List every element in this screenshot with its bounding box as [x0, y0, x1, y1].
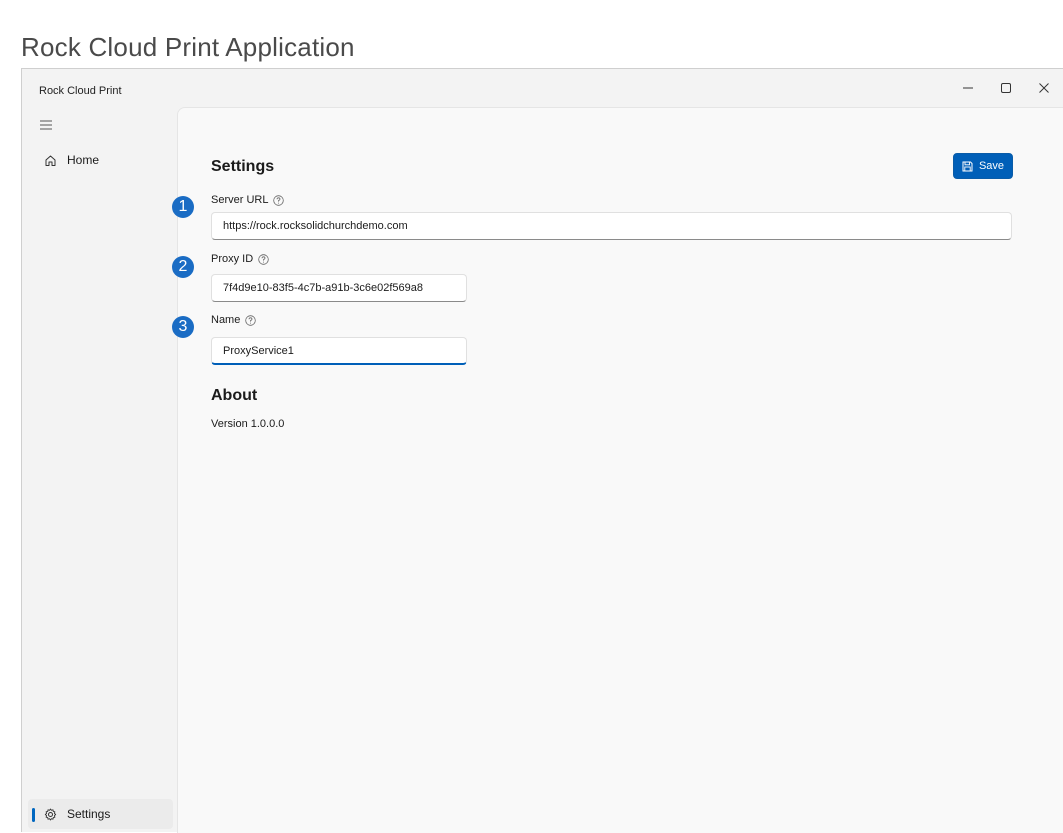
sidebar-item-home[interactable]: Home [28, 145, 173, 175]
callout-badge-3: 3 [172, 316, 194, 338]
field-label-text: Server URL [211, 194, 269, 206]
gear-icon [42, 806, 58, 822]
minimize-icon [963, 87, 973, 89]
maximize-icon [1001, 83, 1011, 93]
save-icon [962, 161, 973, 172]
name-label: Name [211, 314, 257, 326]
server-url-label: Server URL [211, 194, 285, 206]
name-input[interactable]: ProxyService1 [211, 337, 467, 365]
hamburger-icon [40, 120, 52, 130]
help-icon[interactable] [245, 314, 257, 326]
home-icon [42, 152, 58, 168]
sidebar-item-label: Home [67, 153, 100, 167]
title-bar: Rock Cloud Print [22, 69, 1063, 107]
about-title: About [211, 387, 258, 404]
settings-page: Settings Save Server URL https://rock.ro… [177, 107, 1063, 833]
proxy-id-label: Proxy ID [211, 253, 269, 265]
window-controls [949, 75, 1063, 101]
callout-badge-1: 1 [172, 196, 194, 218]
close-icon [1039, 83, 1049, 93]
close-button[interactable] [1025, 75, 1063, 101]
menu-toggle-button[interactable] [39, 118, 55, 134]
sidebar: Home Settings [22, 107, 177, 833]
minimize-button[interactable] [949, 75, 987, 101]
selection-indicator [32, 808, 35, 822]
proxy-id-input[interactable]: 7f4d9e10-83f5-4c7b-a91b-3c6e02f569a8 [211, 274, 467, 302]
help-icon[interactable] [258, 253, 269, 265]
page-heading: Rock Cloud Print Application [21, 32, 355, 62]
sidebar-item-settings[interactable]: Settings [28, 799, 173, 829]
version-text: Version 1.0.0.0 [211, 418, 285, 430]
save-button[interactable]: Save [953, 153, 1013, 179]
field-label-text: Name [211, 314, 241, 326]
server-url-input[interactable]: https://rock.rocksolidchurchdemo.com [211, 212, 1012, 240]
settings-title: Settings [211, 158, 275, 175]
window-title: Rock Cloud Print [39, 85, 122, 97]
app-window: Rock Cloud Print Home Settings Settings … [21, 68, 1063, 833]
help-icon[interactable] [273, 194, 285, 206]
callout-badge-2: 2 [172, 256, 194, 278]
field-label-text: Proxy ID [211, 253, 254, 265]
save-button-label: Save [978, 160, 1005, 172]
maximize-button[interactable] [987, 75, 1025, 101]
sidebar-item-label: Settings [67, 807, 111, 821]
